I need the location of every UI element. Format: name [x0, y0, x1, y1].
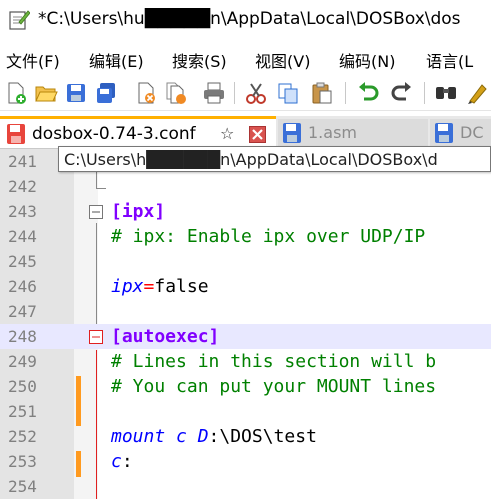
line-number: 250	[8, 377, 37, 396]
copy-icon[interactable]	[276, 81, 300, 105]
menu-encoding[interactable]: 编码(N)	[339, 48, 395, 72]
code-line: 245	[0, 249, 491, 274]
unsaved-file-icon	[7, 124, 25, 144]
line-number: 245	[8, 252, 37, 271]
saved-file-icon	[435, 123, 453, 143]
code-line: 247	[0, 299, 491, 324]
comment-text: # ipx: Enable ipx over UDP/IP	[111, 226, 426, 247]
open-icon[interactable]	[34, 81, 58, 105]
tab-dosbox-conf[interactable]: dosbox-0.74-3.conf ☆	[0, 116, 276, 148]
menu-file[interactable]: 文件(F)	[6, 48, 60, 72]
code-line: 250 # You can put your MOUNT lines	[0, 374, 491, 399]
line-number: 249	[8, 352, 37, 371]
menu-view[interactable]: 视图(V)	[255, 48, 310, 72]
section-header: [autoexec]	[111, 326, 220, 347]
fold-collapse-icon[interactable]	[89, 205, 103, 219]
config-value: false	[154, 276, 209, 297]
code-line: 253 c:	[0, 449, 491, 474]
command-text: mount c D:\DOS\test	[111, 426, 317, 447]
command-text: c:	[111, 451, 133, 472]
find-icon[interactable]	[434, 81, 458, 105]
menu-bar: 文件(F) 编辑(E) 搜索(S) 视图(V) 编码(N) 语言(L	[0, 44, 491, 72]
tab-1-asm[interactable]: 1.asm	[278, 119, 428, 148]
line-number: 242	[8, 177, 37, 196]
close-all-icon[interactable]	[164, 81, 188, 105]
line-number: 244	[8, 227, 37, 246]
command-keyword: c	[111, 451, 122, 472]
code-line: 246 ipx=false	[0, 274, 491, 299]
paste-icon[interactable]	[310, 81, 334, 105]
code-line: 251	[0, 399, 491, 424]
code-line: 244 # ipx: Enable ipx over UDP/IP	[0, 224, 491, 249]
tab-bar: dosbox-0.74-3.conf ☆ 1.asm DC	[0, 116, 491, 149]
section-header: [ipx]	[111, 201, 166, 222]
code-line: 242	[0, 174, 491, 199]
line-number: 246	[8, 277, 37, 296]
saved-file-icon	[283, 123, 301, 143]
command-path: :	[121, 451, 133, 472]
close-icon[interactable]	[134, 81, 158, 105]
code-line: 243 [ipx]	[0, 199, 491, 224]
save-all-icon[interactable]	[94, 81, 118, 105]
toolbar	[0, 76, 491, 111]
config-key: ipx	[111, 276, 144, 297]
replace-icon[interactable]	[466, 81, 490, 105]
cut-icon[interactable]	[244, 81, 268, 105]
editor[interactable]: 241 242 243 [ipx] 244 # ipx: Enable ipx …	[0, 149, 491, 499]
menu-edit[interactable]: 编辑(E)	[89, 48, 144, 72]
code-line: 249 # Lines in this section will b	[0, 349, 491, 374]
tab-label: 1.asm	[308, 123, 357, 142]
toolbar-separator	[424, 82, 425, 104]
code-line: 254	[0, 474, 491, 499]
tab-dc[interactable]: DC	[430, 119, 491, 148]
line-number: 243	[8, 202, 37, 221]
title-bar: *C:\Users\hu█████n\AppData\Local\DOSBox\…	[0, 0, 491, 40]
line-number: 248	[8, 327, 37, 346]
code-line: 252 mount c D:\DOS\test	[0, 424, 491, 449]
line-number: 253	[8, 452, 37, 471]
operator: =	[143, 276, 155, 297]
toolbar-separator	[345, 82, 346, 104]
line-number: 252	[8, 427, 37, 446]
line-number: 241	[8, 152, 37, 171]
fold-collapse-icon[interactable]	[89, 330, 103, 344]
command-path: :\DOS\test	[208, 426, 317, 447]
command-keyword: mount c D	[111, 426, 209, 447]
toolbar-separator	[234, 82, 235, 104]
new-icon[interactable]	[4, 81, 28, 105]
close-tab-icon[interactable]	[249, 126, 266, 143]
line-number: 254	[8, 477, 37, 496]
tab-label: dosbox-0.74-3.conf	[32, 124, 196, 144]
menu-search[interactable]: 搜索(S)	[172, 48, 227, 72]
config-entry: ipx=false	[111, 276, 209, 297]
redo-icon[interactable]	[390, 81, 414, 105]
pin-icon[interactable]: ☆	[220, 124, 234, 143]
menu-language[interactable]: 语言(L	[426, 48, 473, 72]
tab-label: DC	[460, 123, 484, 142]
line-number: 247	[8, 302, 37, 321]
save-icon[interactable]	[64, 81, 88, 105]
print-icon[interactable]	[202, 81, 226, 105]
window-title: *C:\Users\hu█████n\AppData\Local\DOSBox\…	[38, 9, 461, 29]
undo-icon[interactable]	[356, 81, 380, 105]
line-number: 251	[8, 402, 37, 421]
comment-text: # You can put your MOUNT lines	[111, 376, 437, 397]
code-line-current: 248 [autoexec]	[0, 324, 491, 349]
tab-path-tooltip: C:\Users\h██████n\AppData\Local\DOSBox\d	[58, 146, 491, 172]
comment-text: # Lines in this section will b	[111, 351, 437, 372]
notepad-plus-plus-icon	[9, 10, 30, 30]
